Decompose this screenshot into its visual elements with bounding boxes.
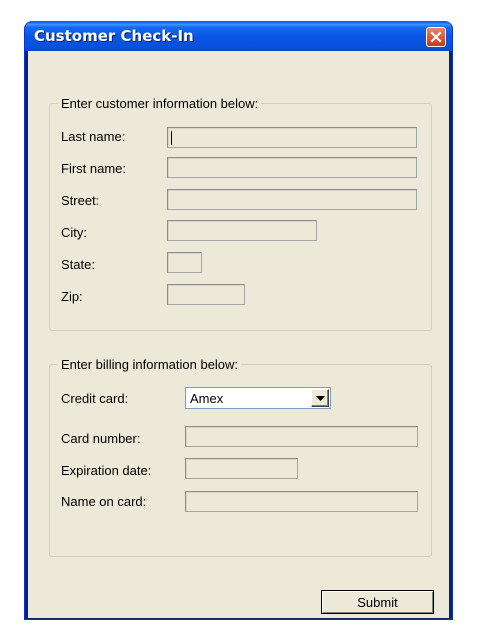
state-input[interactable] xyxy=(167,252,202,273)
customer-info-legend: Enter customer information below: xyxy=(58,96,262,111)
chevron-down-icon xyxy=(316,396,325,401)
card-number-label: Card number: xyxy=(61,431,141,446)
expiration-date-label: Expiration date: xyxy=(61,463,152,478)
close-icon xyxy=(430,31,442,43)
last-name-label: Last name: xyxy=(61,129,126,144)
zip-label: Zip: xyxy=(61,289,83,304)
street-input[interactable] xyxy=(167,189,417,210)
first-name-input[interactable] xyxy=(167,157,417,178)
state-label: State: xyxy=(61,257,95,272)
dialog-body: Enter customer information below: Last n… xyxy=(28,51,449,618)
street-label: Street: xyxy=(61,193,100,208)
billing-info-legend: Enter billing information below: xyxy=(58,357,242,372)
customer-check-in-window: Customer Check-In Enter customer informa… xyxy=(24,21,453,620)
credit-card-dropdown-button[interactable] xyxy=(311,389,329,407)
last-name-input[interactable] xyxy=(167,127,417,148)
card-number-input[interactable] xyxy=(185,426,418,447)
submit-button[interactable]: Submit xyxy=(321,590,434,614)
city-label: City: xyxy=(61,225,87,240)
zip-input[interactable] xyxy=(167,284,245,305)
city-input[interactable] xyxy=(167,220,317,241)
credit-card-select[interactable]: Amex xyxy=(185,387,331,409)
title-bar[interactable]: Customer Check-In xyxy=(25,22,452,51)
name-on-card-label: Name on card: xyxy=(61,494,147,509)
text-caret xyxy=(171,131,172,145)
first-name-label: First name: xyxy=(61,161,127,176)
close-button[interactable] xyxy=(426,27,446,47)
credit-card-label: Credit card: xyxy=(61,391,129,406)
window-title: Customer Check-In xyxy=(34,27,194,45)
name-on-card-input[interactable] xyxy=(185,491,418,512)
credit-card-selected-value: Amex xyxy=(190,391,224,406)
expiration-date-input[interactable] xyxy=(185,458,298,479)
